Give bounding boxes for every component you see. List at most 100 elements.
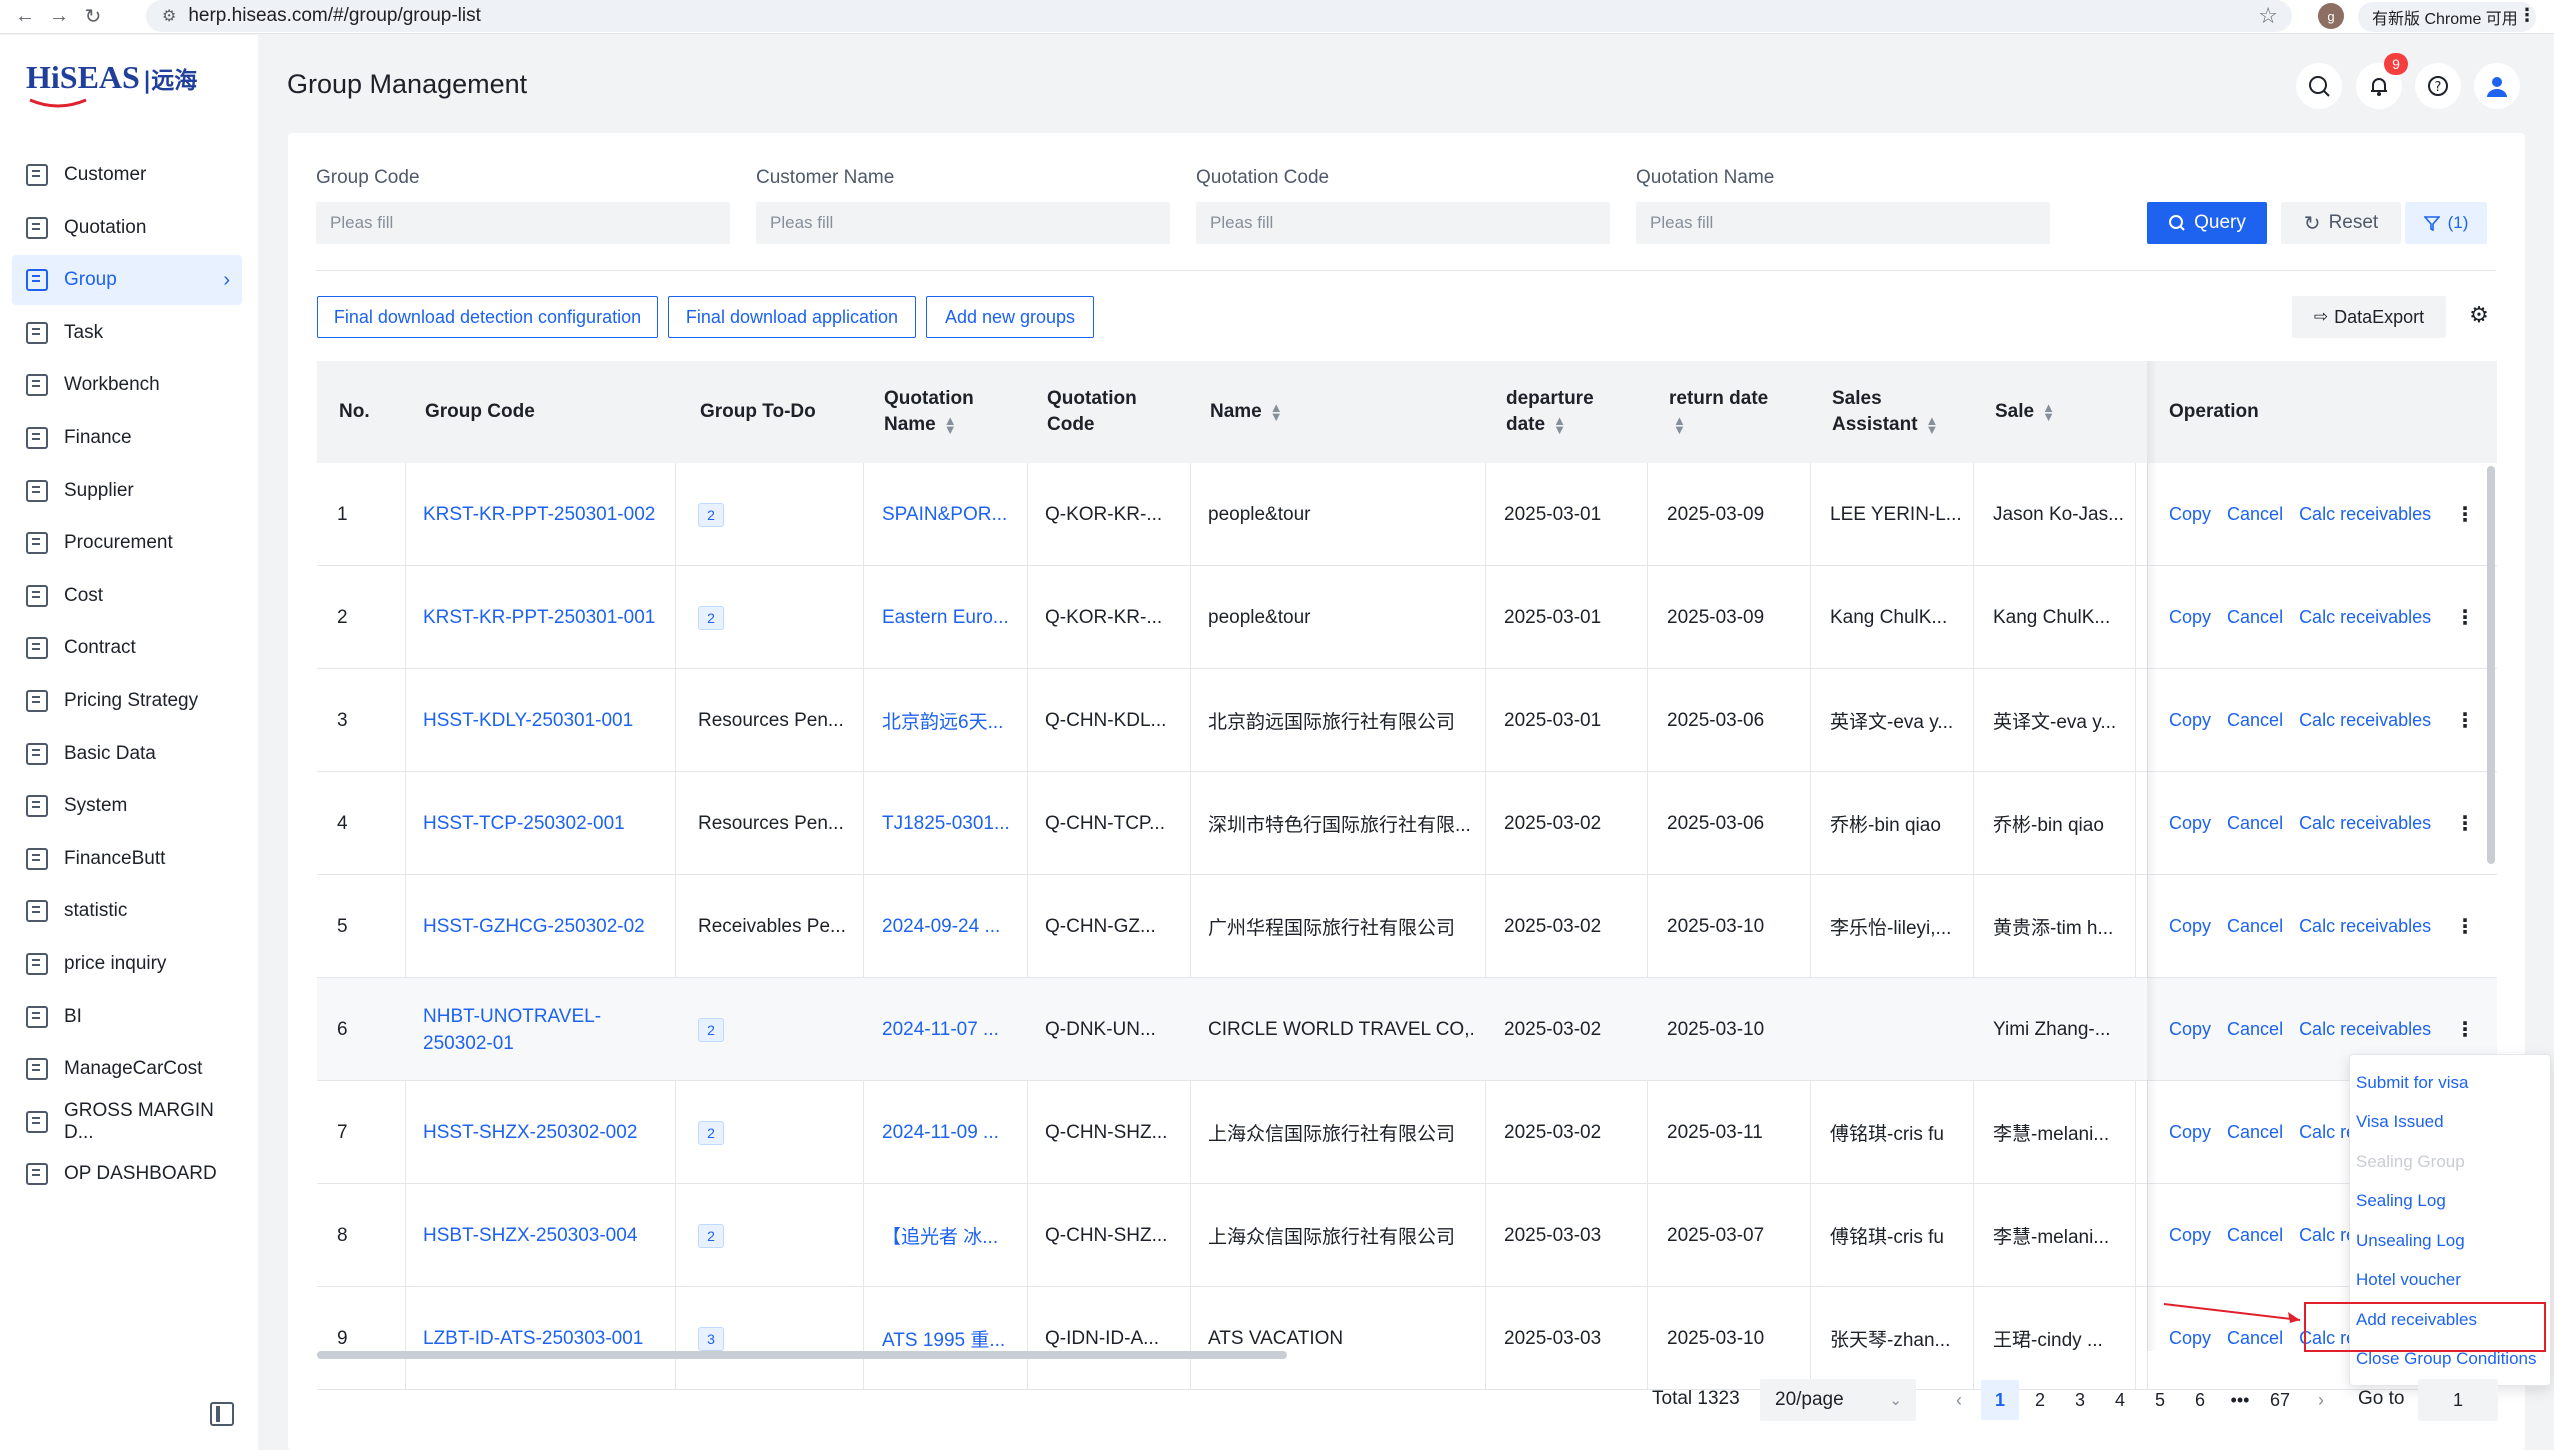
todo-count-badge[interactable]: 2 <box>698 1017 724 1042</box>
sidebar-item-cost[interactable]: Cost <box>12 571 242 621</box>
chrome-update-button[interactable]: 有新版 Chrome 可用 <box>2358 2 2536 32</box>
reset-button[interactable]: ↻ Reset <box>2281 202 2401 244</box>
table-row[interactable]: 2 KRST-KR-PPT-250301-001 2 Eastern Euro... Q… <box>317 566 2497 669</box>
sidebar-item-contract[interactable]: Contract <box>12 623 242 673</box>
col-header-quotation-name[interactable]: Quotation Name ▲ ▼ <box>882 361 974 463</box>
cancel-link[interactable]: Cancel <box>2227 916 2283 937</box>
cell-quotation-name[interactable]: 北京韵远6天... <box>882 669 1032 772</box>
cell-group-code[interactable]: KRST-KR-PPT-250301-001 <box>423 566 673 669</box>
dropdown-item-submit-for-visa[interactable]: Submit for visa <box>2350 1063 2550 1103</box>
vertical-scrollbar[interactable] <box>2487 466 2495 864</box>
table-row[interactable]: 3 HSST-KDLY-250301-001 Resources Pen... 北京韵… <box>317 669 2497 772</box>
todo-count-badge[interactable]: 2 <box>698 502 724 527</box>
more-actions-icon[interactable]: ⋮ <box>2455 502 2475 527</box>
profile-avatar[interactable]: g <box>2318 3 2344 29</box>
dropdown-item-sealing-log[interactable]: Sealing Log <box>2350 1182 2550 1222</box>
sort-icon[interactable]: ▲ ▼ <box>1553 414 1566 436</box>
sidebar-item-customer[interactable]: Customer <box>12 150 242 200</box>
data-export-button[interactable]: ⇨ DataExport <box>2292 296 2446 338</box>
quotation-name-input[interactable]: Pleas fill <box>1636 202 2050 244</box>
calc-receivables-link[interactable]: Calc re <box>2299 1122 2356 1143</box>
copy-link[interactable]: Copy <box>2169 813 2211 834</box>
page-number[interactable]: 5 <box>2141 1380 2179 1420</box>
copy-link[interactable]: Copy <box>2169 1328 2211 1349</box>
cell-quotation-name[interactable]: 2024-09-24 ... <box>882 875 1032 978</box>
calc-receivables-link[interactable]: Calc receivables <box>2299 607 2431 628</box>
sort-icon[interactable]: ▲ ▼ <box>1673 414 1686 436</box>
sidebar-item-price-inquiry[interactable]: price inquiry <box>12 939 242 989</box>
cell-group-code[interactable]: HSST-GZHCG-250302-02 <box>423 875 673 978</box>
cell-quotation-name[interactable]: SPAIN&POR... <box>882 463 1032 566</box>
more-actions-icon[interactable]: ⋮ <box>2455 708 2475 733</box>
todo-count-badge[interactable]: 2 <box>698 605 724 630</box>
table-row[interactable]: 4 HSST-TCP-250302-001 Resources Pen... TJ18… <box>317 772 2497 875</box>
download-application-button[interactable]: Final download application <box>668 296 916 338</box>
col-header-name[interactable]: Name ▲ ▼ <box>1208 361 1283 463</box>
table-row[interactable]: 6 NHBT-UNOTRAVEL- 250302-01 2 2024-11-07 ...… <box>317 978 2497 1081</box>
sort-icon[interactable]: ▲ ▼ <box>944 414 957 436</box>
sidebar-item-bi[interactable]: BI <box>12 992 242 1042</box>
page-size-select[interactable]: 20/page ⌄ <box>1760 1379 1916 1421</box>
sort-icon[interactable]: ▲ ▼ <box>2042 401 2055 423</box>
query-button[interactable]: Query <box>2147 202 2267 244</box>
sidebar-item-gross-margin-d[interactable]: GROSS MARGIN D... <box>12 1097 242 1147</box>
sidebar-item-quotation[interactable]: Quotation <box>12 203 242 253</box>
address-bar[interactable]: ⚙ herp.hiseas.com/#/group/group-list ☆ <box>146 0 2292 32</box>
customer-name-input[interactable]: Pleas fill <box>756 202 1170 244</box>
calc-receivables-link[interactable]: Calc receivables <box>2299 1019 2431 1040</box>
col-header-sale[interactable]: Sale ▲ ▼ <box>1993 361 2055 463</box>
calc-receivables-link[interactable]: Calc re <box>2299 1225 2356 1246</box>
quotation-code-input[interactable]: Pleas fill <box>1196 202 1610 244</box>
browser-menu-icon[interactable]: ⋮ <box>2518 5 2536 26</box>
cell-quotation-name[interactable]: ATS 1995 重... <box>882 1287 1032 1390</box>
page-number[interactable]: 2 <box>2021 1380 2059 1420</box>
sidebar-item-basic-data[interactable]: Basic Data <box>12 729 242 779</box>
cell-group-code[interactable]: HSST-TCP-250302-001 <box>423 772 673 875</box>
cancel-link[interactable]: Cancel <box>2227 1019 2283 1040</box>
cell-quotation-name[interactable]: 2024-11-07 ... <box>882 978 1032 1081</box>
goto-page-input[interactable]: 1 <box>2418 1379 2498 1421</box>
page-ellipsis[interactable]: ••• <box>2221 1380 2259 1420</box>
dropdown-item-visa-issued[interactable]: Visa Issued <box>2350 1103 2550 1143</box>
calc-receivables-link[interactable]: Calc receivables <box>2299 710 2431 731</box>
search-icon[interactable] <box>2296 63 2342 109</box>
user-avatar-icon[interactable] <box>2474 63 2520 109</box>
sidebar-item-financebutt[interactable]: FinanceButt <box>12 834 242 884</box>
more-actions-icon[interactable]: ⋮ <box>2455 605 2475 630</box>
sort-icon[interactable]: ▲ ▼ <box>1926 414 1939 436</box>
dropdown-item-hotel-voucher[interactable]: Hotel voucher <box>2350 1261 2550 1301</box>
calc-receivables-link[interactable]: Calc receivables <box>2299 916 2431 937</box>
collapse-sidebar-icon[interactable] <box>210 1402 234 1426</box>
cell-group-code[interactable]: HSBT-SHZX-250303-004 <box>423 1184 673 1287</box>
table-row[interactable]: 7 HSST-SHZX-250302-002 2 2024-11-09 ... Q-CH… <box>317 1081 2497 1184</box>
advanced-filter-button[interactable]: (1) <box>2405 202 2487 244</box>
cancel-link[interactable]: Cancel <box>2227 1328 2283 1349</box>
site-settings-icon[interactable]: ⚙ <box>162 6 176 26</box>
copy-link[interactable]: Copy <box>2169 1225 2211 1246</box>
sort-icon[interactable]: ▲ ▼ <box>1270 401 1283 423</box>
sidebar-item-task[interactable]: Task <box>12 308 242 358</box>
add-groups-button[interactable]: Add new groups <box>926 296 1094 338</box>
copy-link[interactable]: Copy <box>2169 607 2211 628</box>
copy-link[interactable]: Copy <box>2169 710 2211 731</box>
sidebar-item-managecarcost[interactable]: ManageCarCost <box>12 1044 242 1094</box>
sidebar-item-op-dashboard[interactable]: OP DASHBOARD <box>12 1149 242 1199</box>
cell-quotation-name[interactable]: 2024-11-09 ... <box>882 1081 1032 1184</box>
cell-quotation-name[interactable]: TJ1825-0301... <box>882 772 1032 875</box>
cancel-link[interactable]: Cancel <box>2227 607 2283 628</box>
bookmark-star-icon[interactable]: ☆ <box>2258 3 2278 29</box>
sidebar-item-supplier[interactable]: Supplier <box>12 466 242 516</box>
cancel-link[interactable]: Cancel <box>2227 1225 2283 1246</box>
forward-arrow-icon[interactable]: → <box>42 0 76 34</box>
copy-link[interactable]: Copy <box>2169 1019 2211 1040</box>
sidebar-item-system[interactable]: System <box>12 781 242 831</box>
cancel-link[interactable]: Cancel <box>2227 504 2283 525</box>
table-row[interactable]: 5 HSST-GZHCG-250302-02 Receivables Pe... 20… <box>317 875 2497 978</box>
settings-gear-icon[interactable]: ⚙ <box>2464 300 2494 330</box>
page-number[interactable]: 1 <box>1981 1380 2019 1420</box>
next-page-icon[interactable]: › <box>2302 1380 2340 1420</box>
sidebar-item-pricing-strategy[interactable]: Pricing Strategy <box>12 676 242 726</box>
cell-group-code[interactable]: NHBT-UNOTRAVEL- 250302-01 <box>423 978 673 1081</box>
copy-link[interactable]: Copy <box>2169 916 2211 937</box>
todo-count-badge[interactable]: 2 <box>698 1223 724 1248</box>
